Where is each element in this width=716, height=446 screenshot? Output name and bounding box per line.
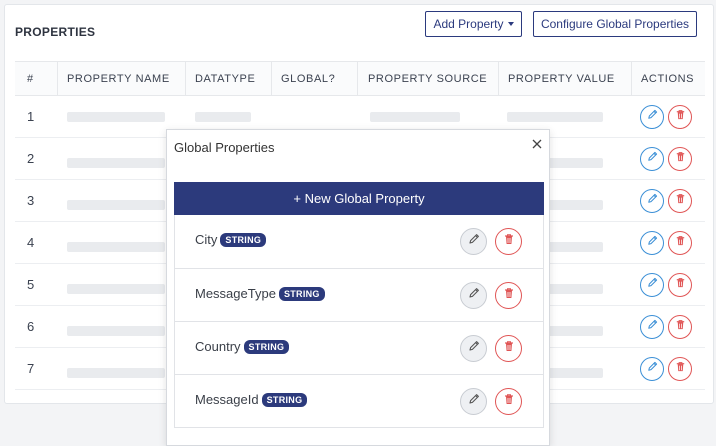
delete-property-button[interactable]: [495, 282, 522, 309]
delete-property-button[interactable]: [495, 388, 522, 415]
delete-button[interactable]: [668, 189, 692, 213]
global-property-item: MessageType STRING: [175, 268, 543, 321]
pencil-icon: [646, 360, 659, 378]
column-header-property-value: PROPERTY VALUE: [508, 72, 615, 85]
global-property-item: Country STRING: [175, 321, 543, 374]
add-property-label: Add Property: [433, 17, 504, 31]
pencil-icon: [646, 150, 659, 168]
global-property-item: MessageId STRING: [175, 374, 543, 427]
pencil-icon: [646, 318, 659, 336]
datatype-badge: STRING: [243, 339, 290, 354]
close-icon[interactable]: [530, 137, 544, 151]
row-number: 5: [27, 277, 35, 292]
placeholder-cell: [507, 112, 603, 122]
edit-property-button[interactable]: [460, 228, 487, 255]
property-name: Country: [195, 339, 241, 354]
edit-property-button[interactable]: [460, 335, 487, 362]
edit-button[interactable]: [640, 147, 664, 171]
placeholder-cell: [67, 112, 165, 122]
page-title: PROPERTIES: [15, 25, 96, 39]
trash-icon: [674, 234, 687, 252]
trash-icon: [674, 192, 687, 210]
global-properties-dialog: Global Properties + New Global Property …: [166, 129, 550, 446]
column-header-number: #: [27, 72, 34, 85]
caret-down-icon: [507, 22, 514, 26]
edit-button[interactable]: [640, 357, 664, 381]
trash-icon: [674, 276, 687, 294]
trash-icon: [674, 108, 687, 126]
placeholder-cell: [370, 112, 460, 122]
delete-button[interactable]: [668, 315, 692, 339]
global-property-list: City STRING MessageType STRING Country S…: [174, 215, 544, 428]
property-name-wrap: City STRING: [195, 232, 267, 247]
edit-button[interactable]: [640, 273, 664, 297]
trash-icon: [502, 392, 516, 411]
placeholder-cell: [67, 200, 165, 210]
delete-property-button[interactable]: [495, 335, 522, 362]
property-name-wrap: Country STRING: [195, 339, 290, 354]
dialog-title: Global Properties: [174, 140, 275, 155]
global-property-item: City STRING: [175, 215, 543, 268]
delete-button[interactable]: [668, 105, 692, 129]
row-number: 1: [27, 109, 35, 124]
placeholder-cell: [67, 326, 165, 336]
delete-button[interactable]: [668, 357, 692, 381]
row-number: 6: [27, 319, 35, 334]
edit-property-button[interactable]: [460, 282, 487, 309]
placeholder-cell: [195, 112, 251, 122]
placeholder-cell: [67, 284, 165, 294]
edit-button[interactable]: [640, 189, 664, 213]
table-header: # PROPERTY NAME DATATYPE GLOBAL? PROPERT…: [15, 62, 705, 96]
row-number: 2: [27, 151, 35, 166]
trash-icon: [502, 339, 516, 358]
pencil-icon: [467, 232, 481, 251]
property-name: MessageId: [195, 392, 259, 407]
delete-property-button[interactable]: [495, 228, 522, 255]
properties-table: # PROPERTY NAME DATATYPE GLOBAL? PROPERT…: [15, 61, 705, 390]
pencil-icon: [467, 286, 481, 305]
trash-icon: [674, 360, 687, 378]
placeholder-cell: [67, 368, 165, 378]
column-header-property-source: PROPERTY SOURCE: [368, 72, 488, 85]
property-name-wrap: MessageId STRING: [195, 392, 308, 407]
edit-button[interactable]: [640, 315, 664, 339]
property-name: MessageType: [195, 286, 276, 301]
placeholder-cell: [67, 242, 165, 252]
property-name: City: [195, 232, 218, 247]
row-number: 4: [27, 235, 35, 250]
delete-button[interactable]: [668, 147, 692, 171]
pencil-icon: [467, 339, 481, 358]
row-number: 7: [27, 361, 35, 376]
trash-icon: [502, 286, 516, 305]
edit-property-button[interactable]: [460, 388, 487, 415]
add-property-button[interactable]: Add Property: [425, 11, 522, 37]
edit-button[interactable]: [640, 105, 664, 129]
datatype-badge: STRING: [261, 392, 308, 407]
configure-global-properties-button[interactable]: Configure Global Properties: [533, 11, 697, 37]
delete-button[interactable]: [668, 231, 692, 255]
column-header-datatype: DATATYPE: [195, 72, 256, 85]
trash-icon: [674, 318, 687, 336]
delete-button[interactable]: [668, 273, 692, 297]
edit-button[interactable]: [640, 231, 664, 255]
pencil-icon: [646, 108, 659, 126]
column-header-property-name: PROPERTY NAME: [67, 72, 170, 85]
trash-icon: [502, 232, 516, 251]
pencil-icon: [646, 234, 659, 252]
pencil-icon: [646, 276, 659, 294]
new-global-property-button[interactable]: + New Global Property: [174, 182, 544, 215]
pencil-icon: [646, 192, 659, 210]
datatype-badge: STRING: [220, 232, 267, 247]
row-number: 3: [27, 193, 35, 208]
datatype-badge: STRING: [278, 286, 325, 301]
pencil-icon: [467, 392, 481, 411]
trash-icon: [674, 150, 687, 168]
column-header-global: GLOBAL?: [281, 72, 336, 85]
placeholder-cell: [67, 158, 165, 168]
property-name-wrap: MessageType STRING: [195, 286, 325, 301]
column-header-actions: ACTIONS: [641, 72, 695, 85]
